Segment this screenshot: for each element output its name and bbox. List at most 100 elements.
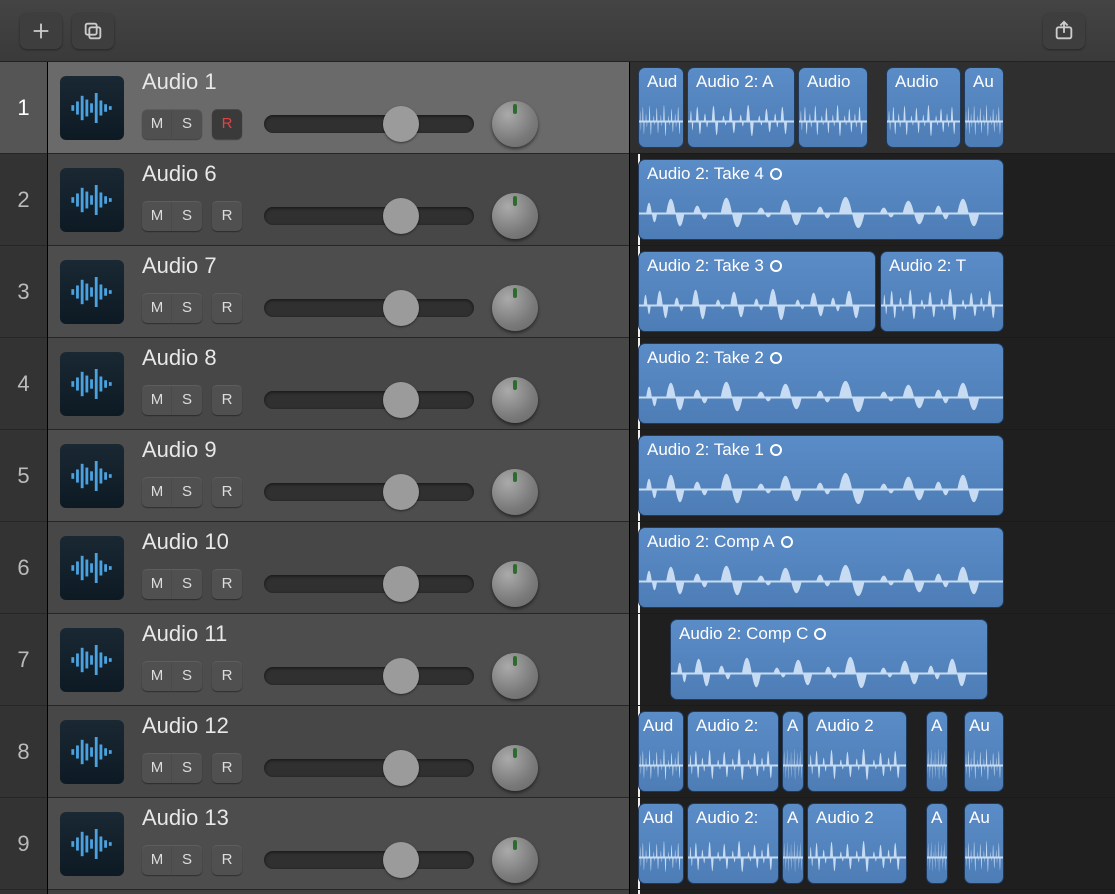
solo-button[interactable]: S	[172, 109, 202, 139]
solo-button[interactable]: S	[172, 293, 202, 323]
track-number-cell[interactable]: 5	[0, 430, 47, 522]
record-enable-button[interactable]: R	[212, 293, 242, 323]
track-header[interactable]: Audio 11MSR	[48, 614, 629, 706]
record-enable-button[interactable]: R	[212, 109, 242, 139]
arrange-area[interactable]: 135 AudAudio 2: AAudioAudioAuAudio 2: Ta…	[630, 62, 1115, 894]
volume-slider[interactable]	[264, 297, 474, 319]
mute-button[interactable]: M	[142, 109, 172, 139]
audio-region[interactable]: Audio 2: Take 1	[638, 435, 1004, 516]
mute-button[interactable]: M	[142, 477, 172, 507]
pan-knob[interactable]	[492, 469, 538, 515]
track-header[interactable]: Audio 6MSR	[48, 154, 629, 246]
audio-region[interactable]: Audio 2: T	[880, 251, 1004, 332]
pan-knob[interactable]	[492, 193, 538, 239]
arrange-row[interactable]: Audio 2: Comp A	[630, 522, 1115, 614]
track-header[interactable]: Audio 12MSR	[48, 706, 629, 798]
track-number-cell[interactable]: 1	[0, 62, 47, 154]
arrange-row[interactable]: AudAudio 2:AAudio 2AAu	[630, 798, 1115, 890]
mute-button[interactable]: M	[142, 753, 172, 783]
audio-region[interactable]: Audio 2: Take 4	[638, 159, 1004, 240]
audio-region[interactable]: Audio 2:	[687, 711, 779, 792]
volume-thumb[interactable]	[383, 566, 419, 602]
track-header[interactable]: Audio 9MSR	[48, 430, 629, 522]
track-number-cell[interactable]: 7	[0, 614, 47, 706]
record-enable-button[interactable]: R	[212, 201, 242, 231]
pan-knob[interactable]	[492, 653, 538, 699]
mute-button[interactable]: M	[142, 385, 172, 415]
volume-thumb[interactable]	[383, 290, 419, 326]
record-enable-button[interactable]: R	[212, 385, 242, 415]
track-number-cell[interactable]: 2	[0, 154, 47, 246]
track-number-cell[interactable]: 6	[0, 522, 47, 614]
volume-slider[interactable]	[264, 573, 474, 595]
pan-knob[interactable]	[492, 837, 538, 883]
mute-button[interactable]: M	[142, 569, 172, 599]
audio-region[interactable]: A	[782, 711, 804, 792]
audio-region[interactable]: Au	[964, 711, 1004, 792]
audio-region[interactable]: Audio 2:	[687, 803, 779, 884]
track-header[interactable]: Audio 7MSR	[48, 246, 629, 338]
audio-region[interactable]: Aud	[638, 67, 684, 148]
volume-slider[interactable]	[264, 205, 474, 227]
mute-button[interactable]: M	[142, 293, 172, 323]
arrange-row[interactable]: AudAudio 2:AAudio 2AAu	[630, 706, 1115, 798]
solo-button[interactable]: S	[172, 845, 202, 875]
audio-region[interactable]: Aud	[638, 803, 684, 884]
audio-region[interactable]: Audio 2: Comp A	[638, 527, 1004, 608]
arrange-row[interactable]: Audio 2: Take 4	[630, 154, 1115, 246]
audio-region[interactable]: Audio	[798, 67, 868, 148]
volume-slider[interactable]	[264, 665, 474, 687]
track-number-cell[interactable]: 9	[0, 798, 47, 890]
track-header[interactable]: Audio 10MSR	[48, 522, 629, 614]
solo-button[interactable]: S	[172, 477, 202, 507]
output-button[interactable]	[1043, 13, 1085, 49]
volume-thumb[interactable]	[383, 658, 419, 694]
track-number-cell[interactable]: 3	[0, 246, 47, 338]
audio-region[interactable]: Audio 2	[807, 711, 907, 792]
audio-region[interactable]: Audio 2: Take 3	[638, 251, 876, 332]
audio-region[interactable]: Aud	[638, 711, 684, 792]
record-enable-button[interactable]: R	[212, 845, 242, 875]
track-header[interactable]: Audio 13MSR	[48, 798, 629, 890]
pan-knob[interactable]	[492, 285, 538, 331]
volume-slider[interactable]	[264, 389, 474, 411]
volume-thumb[interactable]	[383, 842, 419, 878]
audio-region[interactable]: Audio	[886, 67, 961, 148]
record-enable-button[interactable]: R	[212, 661, 242, 691]
track-number-cell[interactable]: 4	[0, 338, 47, 430]
pan-knob[interactable]	[492, 377, 538, 423]
mute-button[interactable]: M	[142, 661, 172, 691]
volume-thumb[interactable]	[383, 474, 419, 510]
solo-button[interactable]: S	[172, 753, 202, 783]
pan-knob[interactable]	[492, 561, 538, 607]
arrange-row[interactable]: AudAudio 2: AAudioAudioAu	[630, 62, 1115, 154]
volume-slider[interactable]	[264, 849, 474, 871]
record-enable-button[interactable]: R	[212, 569, 242, 599]
track-header[interactable]: Audio 8MSR	[48, 338, 629, 430]
audio-region[interactable]: Audio 2: A	[687, 67, 795, 148]
record-enable-button[interactable]: R	[212, 477, 242, 507]
arrange-row[interactable]: Audio 2: Comp C	[630, 614, 1115, 706]
volume-thumb[interactable]	[383, 106, 419, 142]
record-enable-button[interactable]: R	[212, 753, 242, 783]
pan-knob[interactable]	[492, 101, 538, 147]
solo-button[interactable]: S	[172, 201, 202, 231]
arrange-row[interactable]: Audio 2: Take 1	[630, 430, 1115, 522]
mute-button[interactable]: M	[142, 201, 172, 231]
arrange-row[interactable]: Audio 2: Take 3Audio 2: T	[630, 246, 1115, 338]
audio-region[interactable]: Au	[964, 803, 1004, 884]
volume-thumb[interactable]	[383, 750, 419, 786]
pan-knob[interactable]	[492, 745, 538, 791]
track-header[interactable]: Audio 1MSR	[48, 62, 629, 154]
arrange-row[interactable]: Audio 2: Take 2	[630, 338, 1115, 430]
track-number-cell[interactable]: 8	[0, 706, 47, 798]
volume-slider[interactable]	[264, 481, 474, 503]
solo-button[interactable]: S	[172, 661, 202, 691]
volume-slider[interactable]	[264, 757, 474, 779]
volume-thumb[interactable]	[383, 382, 419, 418]
volume-thumb[interactable]	[383, 198, 419, 234]
audio-region[interactable]: A	[926, 711, 948, 792]
audio-region[interactable]: A	[926, 803, 948, 884]
add-track-button[interactable]	[20, 13, 62, 49]
audio-region[interactable]: Audio 2: Comp C	[670, 619, 988, 700]
